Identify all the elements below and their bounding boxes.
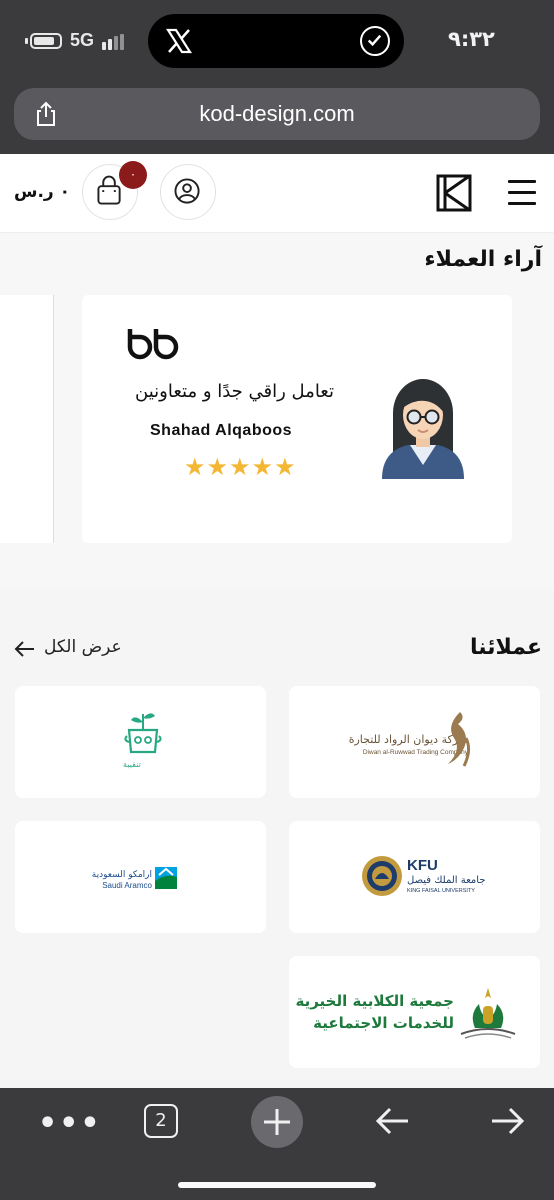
rating-stars: ★★★★★ [184, 453, 297, 481]
client-name: جامعة الملك فيصل [407, 875, 486, 886]
new-tab-button[interactable] [251, 1096, 303, 1148]
cart-total[interactable]: ٠ ر.س [14, 182, 70, 202]
avatar-icon [382, 379, 464, 479]
url-text[interactable]: kod-design.com [14, 101, 540, 127]
kfu-seal-icon [362, 856, 402, 896]
testimonial-quote: تعامل راقي جدًا و متعاونين [135, 381, 334, 402]
testimonial-card[interactable]: تعامل راقي جدًا و متعاونين Shahad Alqabo… [82, 295, 512, 543]
arrow-left-icon[interactable] [14, 640, 36, 658]
client-name: تنقيبة [123, 760, 141, 769]
client-card-kallabiya[interactable]: جمعية الكلابية الخيرية للخدمات الاجتماعي… [289, 956, 540, 1068]
network-label: 5G [70, 30, 95, 50]
battery-icon [30, 33, 62, 49]
star-icon: ★ [206, 453, 229, 481]
user-circle-icon [174, 178, 200, 204]
aramco-logo-icon [155, 867, 177, 889]
client-abbr: KFU [407, 857, 438, 874]
plant-pot-icon [124, 713, 162, 754]
testimonials-title: آراء العملاء [424, 247, 542, 272]
client-card-tanqiba[interactable]: تنقيبة [15, 686, 266, 798]
client-card-kfu[interactable]: KFU جامعة الملك فيصل KING FAISAL UNIVERS… [289, 821, 540, 933]
star-icon: ★ [184, 453, 206, 481]
browser-address-area: kod-design.com [0, 80, 554, 154]
client-subtitle: KING FAISAL UNIVERSITY [407, 888, 475, 894]
tabs-button[interactable]: 2 [144, 1104, 178, 1138]
quote-icon [127, 329, 179, 360]
star-icon: ★ [251, 453, 274, 481]
client-subtitle: Saudi Aramco [102, 881, 152, 890]
home-indicator[interactable] [178, 1182, 376, 1188]
arrow-right-icon[interactable] [490, 1106, 526, 1136]
status-bar: 5G ٩:٣٢ [0, 0, 554, 80]
hamburger-menu-icon[interactable] [508, 180, 538, 206]
plus-icon [264, 1109, 290, 1135]
browser-toolbar: ••• 2 [0, 1088, 554, 1200]
dynamic-island[interactable] [148, 14, 404, 68]
testimonial-card-previous[interactable] [0, 295, 54, 543]
diwan-calligraphy-icon [448, 712, 471, 767]
star-icon: ★ [274, 453, 296, 481]
client-name: جمعية الكلابية الخيرية [295, 992, 454, 1010]
signal-icon [102, 34, 128, 50]
view-all-link[interactable]: عرض الكل [44, 637, 122, 657]
client-subtitle: للخدمات الاجتماعية [313, 1014, 454, 1032]
account-button[interactable] [160, 164, 216, 220]
kod-logo-icon[interactable] [436, 174, 472, 212]
battery-cap [25, 38, 28, 44]
cart-button[interactable]: ٠ [82, 161, 147, 220]
check-circle-icon [360, 26, 390, 56]
clients-title: عملائنا [470, 635, 542, 660]
site-header: ٠ ر.س ٠ [0, 154, 554, 233]
testimonial-author: Shahad Alqaboos [150, 422, 293, 439]
clock: ٩:٣٢ [448, 27, 495, 51]
arrow-left-icon[interactable] [374, 1106, 410, 1136]
cart-count-badge: ٠ [119, 161, 147, 189]
x-logo-icon [165, 28, 193, 54]
address-bar[interactable]: kod-design.com [14, 88, 540, 140]
star-icon: ★ [229, 453, 251, 481]
more-dots-icon[interactable]: ••• [38, 1106, 102, 1141]
client-name: ارامكو السعودية [91, 870, 152, 880]
client-card-aramco[interactable]: ارامكو السعودية Saudi Aramco [15, 821, 266, 933]
testimonials-section: آراء العملاء تعامل راقي جدًا و متعاونين … [0, 233, 554, 589]
client-card-diwan[interactable]: شركة ديوان الرواد للتجارة Diwan al-Ruwwa… [289, 686, 540, 798]
kallabiya-emblem-icon [460, 988, 516, 1039]
